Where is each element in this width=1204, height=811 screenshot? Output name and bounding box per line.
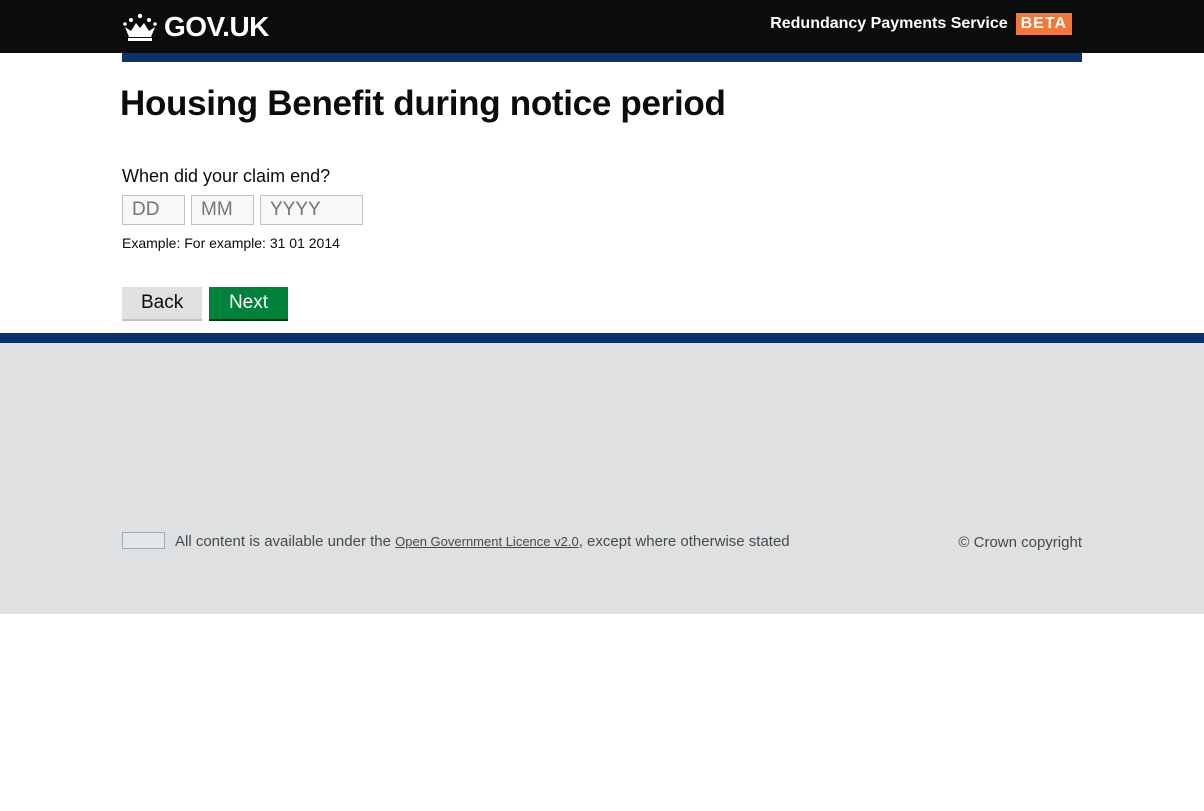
site-header: GOV.UK Redundancy Payments Service BETA xyxy=(0,0,1204,53)
day-input[interactable] xyxy=(122,195,185,225)
licence-link[interactable]: Open Government Licence v2.0 xyxy=(395,534,579,549)
header-blue-bar xyxy=(122,53,1082,62)
service-name-link[interactable]: Redundancy Payments Service xyxy=(770,15,1007,33)
page-title: Housing Benefit during notice period xyxy=(120,84,726,123)
question-label: When did your claim end? xyxy=(122,166,331,186)
logo-text: GOV.UK xyxy=(164,11,269,42)
copyright-link[interactable]: © Crown copyright xyxy=(958,533,1082,553)
next-button[interactable]: Next xyxy=(209,287,288,319)
ogl-licence-icon xyxy=(122,532,165,549)
date-hint: Example: For example: 31 01 2014 xyxy=(122,235,340,251)
licence-text: All content is available under the Open … xyxy=(175,532,790,552)
footer-top-border xyxy=(0,333,1204,343)
govuk-logo-link[interactable]: GOV.UK xyxy=(122,11,269,43)
month-input[interactable] xyxy=(191,195,254,225)
site-footer xyxy=(0,343,1204,614)
service-area: Redundancy Payments Service BETA xyxy=(770,13,1072,35)
licence-prefix: All content is available under the xyxy=(175,533,396,550)
back-button[interactable]: Back xyxy=(122,287,202,319)
phase-tag: BETA xyxy=(1015,13,1072,35)
licence-suffix: , except where otherwise stated xyxy=(578,533,790,550)
year-input[interactable] xyxy=(260,195,363,225)
crown-icon xyxy=(123,13,157,41)
